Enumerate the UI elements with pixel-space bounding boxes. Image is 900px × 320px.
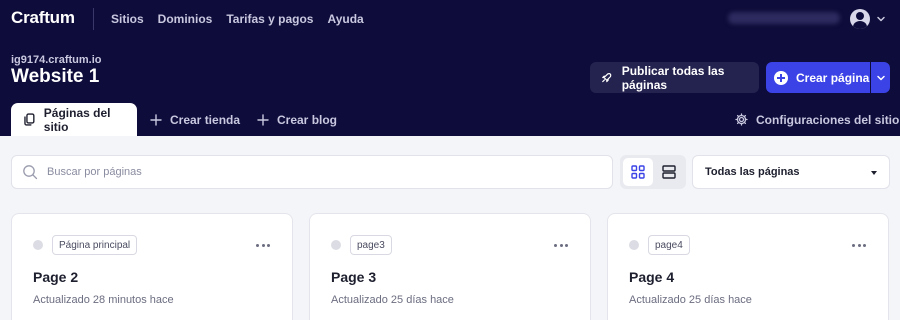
user-email-redacted xyxy=(728,12,840,24)
page-filter-value: Todas las páginas xyxy=(705,166,800,178)
tab-create-store-label: Crear tienda xyxy=(170,112,241,127)
page-card-title[interactable]: Page 3 xyxy=(331,269,376,285)
page-card-title[interactable]: Page 2 xyxy=(33,269,78,285)
page-card[interactable]: page4 Page 4 Actualizado 25 días hace xyxy=(607,213,889,320)
search-input[interactable] xyxy=(47,166,567,178)
site-settings-label: Configuraciones del sitio xyxy=(756,112,900,127)
status-dot xyxy=(33,240,43,250)
list-view-icon xyxy=(662,165,676,179)
page-card-updated: Actualizado 28 minutos hace xyxy=(33,294,174,306)
status-dot xyxy=(331,240,341,250)
tab-site-pages[interactable]: Páginas del sitio xyxy=(11,103,137,136)
site-title: Website 1 xyxy=(11,66,100,87)
page-filter-select[interactable]: Todas las páginas xyxy=(692,155,890,189)
page-card-updated: Actualizado 25 días hace xyxy=(331,294,454,306)
publish-all-button[interactable]: Publicar todas las páginas xyxy=(590,62,759,93)
nav-sites[interactable]: Sitios xyxy=(111,12,144,26)
plus-icon xyxy=(150,113,162,126)
tab-site-pages-label: Páginas del sitio xyxy=(43,105,111,134)
view-toggle xyxy=(620,155,686,189)
page-card[interactable]: page3 Page 3 Actualizado 25 días hace xyxy=(309,213,591,320)
create-page-dropdown[interactable] xyxy=(871,62,890,93)
create-page-button[interactable]: Crear página xyxy=(766,62,870,93)
tab-create-blog-label: Crear blog xyxy=(277,112,338,127)
page-card[interactable]: Página principal Page 2 Actualizado 28 m… xyxy=(11,213,293,320)
page-card-title[interactable]: Page 4 xyxy=(629,269,674,285)
chevron-down-icon xyxy=(876,75,885,80)
gear-icon xyxy=(735,113,748,126)
search-icon xyxy=(23,165,38,180)
nav-help[interactable]: Ayuda xyxy=(327,12,363,26)
publish-all-label: Publicar todas las páginas xyxy=(621,63,725,92)
plus-icon xyxy=(257,113,269,126)
page-slug-badge: page3 xyxy=(350,235,392,255)
site-settings-link[interactable]: Configuraciones del sitio xyxy=(735,103,899,136)
nav-domains[interactable]: Dominios xyxy=(158,12,213,26)
search-bar xyxy=(11,155,613,189)
more-icon[interactable] xyxy=(554,238,568,252)
avatar[interactable] xyxy=(850,9,870,29)
page-slug-badge: page4 xyxy=(648,235,690,255)
site-domain[interactable]: ig9174.craftum.io xyxy=(11,54,101,66)
page-slug-badge: Página principal xyxy=(52,235,138,255)
tab-create-blog[interactable]: Crear blog xyxy=(257,103,337,136)
logo[interactable]: Craftum xyxy=(11,8,75,28)
top-header: Craftum Sitios Dominios Tarifas y pagos … xyxy=(0,0,900,136)
rocket-icon xyxy=(602,72,612,82)
tab-create-store[interactable]: Crear tienda xyxy=(150,103,240,136)
list-view-button[interactable] xyxy=(654,158,684,186)
more-icon[interactable] xyxy=(852,238,866,252)
nav-pricing[interactable]: Tarifas y pagos xyxy=(226,12,313,26)
divider xyxy=(93,8,94,30)
pages-icon xyxy=(24,113,35,126)
grid-view-button[interactable] xyxy=(623,158,653,186)
grid-view-icon xyxy=(631,165,645,179)
status-dot xyxy=(629,240,639,250)
caret-down-icon xyxy=(871,171,877,175)
main-nav: Sitios Dominios Tarifas y pagos Ayuda xyxy=(111,12,364,26)
plus-circle-icon xyxy=(774,70,788,85)
more-icon[interactable] xyxy=(256,238,270,252)
chevron-down-icon[interactable] xyxy=(876,14,886,24)
create-page-label: Crear página xyxy=(796,70,870,85)
page-card-updated: Actualizado 25 días hace xyxy=(629,294,752,306)
